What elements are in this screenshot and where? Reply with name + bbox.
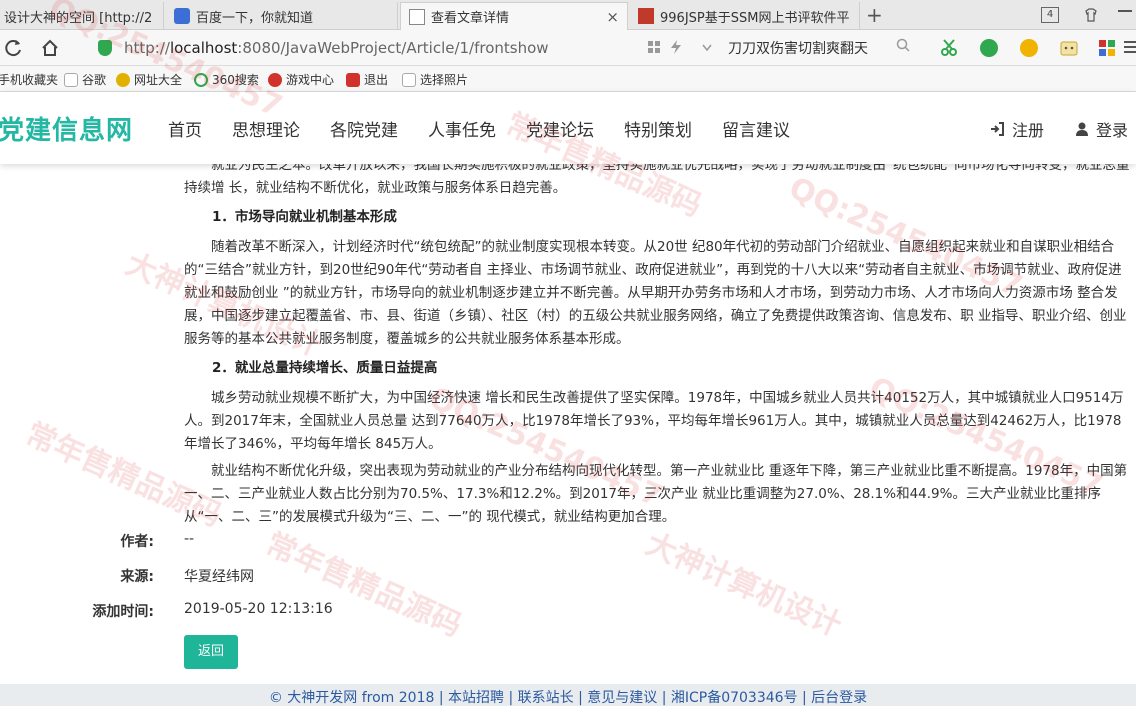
- new-tab-button[interactable]: +: [866, 3, 883, 27]
- article-paragraph: 随着改革不断深入，计划经济时代“统包统配”的就业制度实现根本转变。从20世 纪8…: [184, 239, 1127, 347]
- 360-icon: [194, 72, 208, 87]
- time-label: 添加时间:: [92, 604, 154, 620]
- bookmark-360-search[interactable]: 360搜索: [194, 71, 259, 88]
- minimize-icon[interactable]: [1118, 10, 1132, 12]
- bookmark-google[interactable]: 谷歌: [64, 71, 106, 88]
- page-icon: [409, 8, 425, 25]
- source-value: 华夏经纬网: [184, 569, 254, 585]
- author-label: 作者:: [120, 534, 154, 550]
- browser-tab-3[interactable]: 查看文章详情 ×: [400, 2, 628, 30]
- url-host: localhost: [169, 39, 238, 57]
- author-row: 作者: --: [80, 531, 580, 553]
- bookmark-url-directory[interactable]: 网址大全: [116, 71, 182, 88]
- nav-message[interactable]: 留言建议: [722, 116, 790, 141]
- sign-in-icon: [991, 122, 1004, 136]
- browser-tab-4[interactable]: 996JSP基于SSM网上书评软件平: [630, 2, 860, 30]
- emoticon-icon[interactable]: [1060, 39, 1078, 57]
- main-nav: 首页 思想理论 各院党建 人事任免 党建论坛 特别策划 留言建议: [168, 116, 820, 141]
- login-link[interactable]: 登录: [1076, 117, 1128, 141]
- home-icon[interactable]: [40, 38, 60, 58]
- browser-tab-strip: 设计大神的空间 [http://2 百度一下，你就知道 查看文章详情 × 996…: [0, 0, 1136, 30]
- bookmark-label: 360搜索: [212, 73, 259, 87]
- nav-forum[interactable]: 党建论坛: [526, 116, 594, 141]
- site-footer[interactable]: © 大神开发网 from 2018 | 本站招聘 | 联系站长 | 意见与建议 …: [0, 684, 1136, 706]
- bookmark-game-center[interactable]: 游戏中心: [268, 71, 334, 88]
- tab-count-badge[interactable]: 4: [1041, 7, 1059, 23]
- paw-icon: [174, 8, 190, 24]
- tab-title: 查看文章详情: [431, 11, 510, 26]
- article-content: 就业为民生之本。改革开放以来，我国长期实施积极的就业政策，坚持实施就业优先战略，…: [184, 157, 1130, 533]
- article-paragraph: 就业结构不断优化升级，突出表现为劳动就业的产业分布结构向现代化转型。第一产业就业…: [184, 463, 1128, 525]
- bookmark-label: 选择照片: [420, 73, 469, 87]
- bookmark-choose-photo[interactable]: 选择照片: [402, 71, 468, 88]
- lightning-icon[interactable]: [670, 40, 682, 54]
- user-icon: [1076, 122, 1088, 136]
- article-subheading: 1．市场导向就业机制基本形成: [212, 209, 397, 225]
- nav-special[interactable]: 特别策划: [624, 116, 692, 141]
- register-link[interactable]: 注册: [990, 117, 1044, 141]
- refresh-icon[interactable]: [4, 38, 24, 58]
- url-prefix: http://: [124, 39, 170, 57]
- translate-icon[interactable]: [980, 39, 998, 57]
- watermark-text: 大神计算机设计: [640, 526, 847, 644]
- directory-icon: [116, 72, 130, 87]
- address-bar: http:// localhost :8080/JavaWebProject/A…: [0, 30, 1136, 66]
- tab-title: 996JSP基于SSM网上书评软件平: [660, 10, 850, 26]
- dropdown-arrow-icon[interactable]: [700, 40, 714, 54]
- search-icon[interactable]: [896, 38, 910, 52]
- bookmark-label: 手机收藏夹: [0, 73, 59, 87]
- bookmark-label: 谷歌: [82, 73, 107, 87]
- site-header: 党建信息网 首页 思想理论 各院党建 人事任免 党建论坛 特别策划 留言建议 注…: [0, 92, 1136, 164]
- nav-personnel[interactable]: 人事任免: [428, 116, 496, 141]
- browser-tab-2[interactable]: 百度一下，你就知道: [166, 2, 398, 30]
- source-row: 来源: 华夏经纬网: [80, 566, 580, 588]
- time-row: 添加时间: 2019-05-20 12:13:16: [80, 601, 580, 623]
- site-logo[interactable]: 党建信息网: [0, 110, 133, 147]
- page-icon: [64, 72, 78, 87]
- tab-title: 百度一下，你就知道: [196, 10, 314, 26]
- nav-college-party[interactable]: 各院党建: [330, 116, 398, 141]
- search-input[interactable]: 刀刀双伤害切割爽翻天: [728, 38, 908, 58]
- nav-home[interactable]: 首页: [168, 116, 202, 141]
- bookmark-mobile-favorites[interactable]: 手机收藏夹: [0, 71, 58, 88]
- menu-icon[interactable]: [1124, 41, 1136, 55]
- coin-icon[interactable]: [1020, 39, 1038, 57]
- apps-icon[interactable]: [1098, 39, 1116, 57]
- nav-theory[interactable]: 思想理论: [232, 116, 300, 141]
- site-favicon-icon: [638, 8, 654, 24]
- page-icon: [402, 72, 416, 87]
- bookmark-label: 游戏中心: [286, 73, 335, 87]
- exit-icon: [346, 72, 360, 87]
- bookmark-label: 退出: [364, 73, 389, 87]
- shirt-icon[interactable]: [1084, 8, 1098, 22]
- bookmark-exit[interactable]: 退出: [346, 71, 388, 88]
- tab-title: 设计大神的空间 [http://2: [4, 10, 153, 26]
- url-path: :8080/JavaWebProject/Article/1/frontshow: [237, 39, 549, 57]
- game-icon: [268, 72, 282, 87]
- source-label: 来源:: [120, 569, 154, 585]
- time-value: 2019-05-20 12:13:16: [184, 601, 333, 617]
- author-value: --: [184, 531, 195, 547]
- close-tab-icon[interactable]: ×: [606, 8, 619, 26]
- article-paragraph: 城乡劳动就业规模不断扩大，为中国经济快速 增长和民生改善提供了坚实保障。1978…: [184, 390, 1124, 452]
- grid-icon[interactable]: [648, 41, 660, 53]
- browser-tab-1[interactable]: 设计大神的空间 [http://2: [0, 2, 164, 30]
- shield-icon: [98, 40, 112, 56]
- bookmarks-bar: 手机收藏夹 谷歌 网址大全 360搜索 游戏中心 退出 选择照片: [0, 66, 1136, 92]
- bookmark-label: 网址大全: [134, 73, 183, 87]
- scissors-icon[interactable]: [940, 39, 958, 57]
- back-button[interactable]: 返回: [184, 635, 238, 669]
- article-subheading: 2．就业总量持续增长、质量日益提高: [212, 360, 438, 376]
- register-label: 注册: [1012, 121, 1045, 140]
- login-label: 登录: [1096, 121, 1129, 140]
